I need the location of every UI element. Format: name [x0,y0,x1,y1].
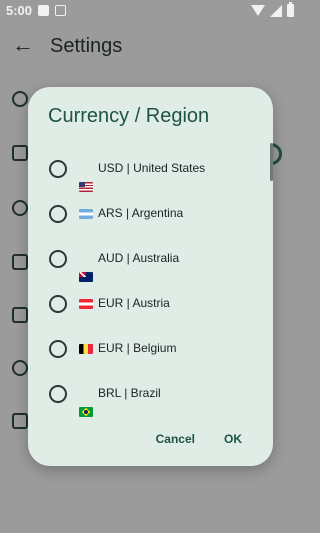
currency-region-dialog: Currency / Region USD | United States AR… [28,87,273,466]
option-label: BRL | Brazil [98,386,161,400]
login-icon [12,307,28,323]
radio-button[interactable] [49,385,67,403]
option-label: EUR | Austria [98,296,170,310]
option-label: ARS | Argentina [98,206,184,220]
option-label: USD | United States [98,161,206,175]
globe-icon [12,91,28,107]
option-eur-austria[interactable]: EUR | Austria [28,282,273,327]
option-eur-belgium[interactable]: EUR | Belgium [28,327,273,372]
status-right-icons [251,2,294,17]
radio-button[interactable] [49,340,67,358]
status-bar: 5:00 [0,0,300,22]
dialog-title: Currency / Region [48,105,210,127]
contrast-icon [12,200,28,216]
battery-icon [287,2,294,17]
signal-icon [270,4,282,17]
option-aud-australia[interactable]: AUD | Australia [28,237,273,282]
radio-button[interactable] [49,295,67,313]
be-flag-icon [79,344,93,354]
arrow-left-icon[interactable]: ← [12,34,34,56]
app-bar: ← Settings [0,22,300,74]
radio-button[interactable] [49,205,67,223]
radio-button[interactable] [49,160,67,178]
us-flag-icon [79,181,93,192]
ok-button[interactable]: OK [224,432,242,446]
radio-button[interactable] [49,250,67,268]
devices-icon [12,145,28,161]
option-usd-united-states[interactable]: USD | United States [28,147,273,192]
info-icon [12,360,28,376]
status-time: 5:00 [6,3,33,18]
page-title: Settings [50,35,123,57]
option-ars-argentina[interactable]: ARS | Argentina [28,192,273,237]
image-icon [38,5,49,16]
option-label: AUD | Australia [98,251,180,265]
au-flag-icon [79,271,93,282]
dialog-actions: Cancel OK [28,406,273,466]
status-left-icons [38,5,66,16]
text-icon [55,5,66,16]
at-flag-icon [79,299,93,309]
ar-flag-icon [79,209,93,219]
option-label: EUR | Belgium [98,341,177,355]
exit-icon [12,254,28,270]
cancel-button[interactable]: Cancel [156,432,195,446]
wifi-icon [251,5,265,16]
document-icon [12,413,28,429]
